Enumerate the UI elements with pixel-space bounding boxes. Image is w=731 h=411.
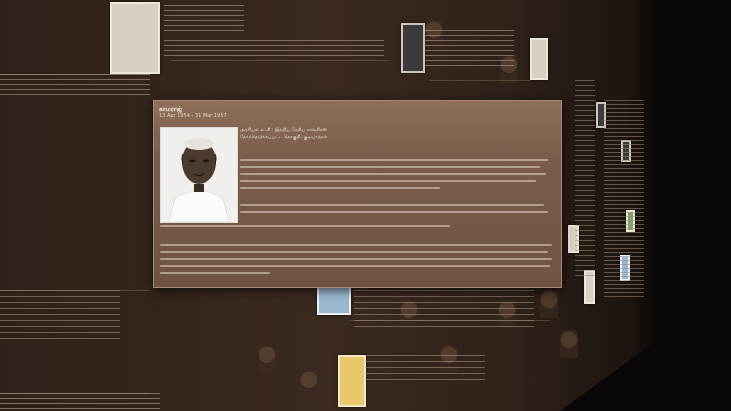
detail-popup[interactable]: காமராஜ் 13 Apr 1954 - 31 Mar 1957 அரசியல… xyxy=(153,100,562,288)
body-text-line xyxy=(160,251,548,253)
emblem-icon xyxy=(300,370,318,398)
timeline-thumbnail[interactable] xyxy=(317,286,351,315)
emblem-icon xyxy=(258,345,276,373)
timeline-thumbnail[interactable] xyxy=(401,23,425,73)
timeline-entry-text xyxy=(604,100,644,300)
timeline-entry-text xyxy=(164,5,244,35)
timeline-entry-text xyxy=(0,74,150,98)
body-text-line xyxy=(240,173,546,175)
timeline-entry-text xyxy=(0,393,160,411)
timeline-entry-text xyxy=(0,290,120,340)
portrait-icon xyxy=(161,128,237,223)
body-text-line xyxy=(240,211,548,213)
body-text-line xyxy=(240,180,536,182)
body-text-line xyxy=(160,258,552,260)
timeline-divider xyxy=(170,60,390,61)
timeline-entry-text xyxy=(365,355,485,385)
emblem-icon xyxy=(560,330,578,358)
body-text-line xyxy=(160,244,552,246)
timeline-entry-text xyxy=(354,290,534,330)
body-text-line xyxy=(160,225,450,227)
body-text-line xyxy=(240,166,540,168)
body-text-line xyxy=(160,265,550,267)
popup-dates: 13 Apr 1954 - 31 Mar 1957 xyxy=(159,113,227,119)
timeline-entry-text xyxy=(575,80,595,280)
timeline-thumbnail[interactable] xyxy=(110,2,160,74)
body-text-line xyxy=(160,272,270,274)
party-text: அரசியல் கட்சி : இந்திய தேசிய காங்கிரஸ் xyxy=(240,128,328,133)
body-text-line xyxy=(240,204,544,206)
timeline-thumbnail[interactable] xyxy=(530,38,548,80)
emblem-icon xyxy=(540,290,558,318)
body-text-line xyxy=(240,187,440,189)
timeline-entry-text xyxy=(164,40,384,60)
constituency-text: தேர்ந்தெடுக்கப்பட்ட தொகுதி: குடியாத்தம் xyxy=(240,135,328,140)
body-text-line xyxy=(240,159,548,161)
timeline-entry-text xyxy=(424,30,514,70)
portrait-image xyxy=(160,127,238,223)
timeline-divider xyxy=(430,80,530,81)
timeline-thumbnail[interactable] xyxy=(338,355,366,407)
